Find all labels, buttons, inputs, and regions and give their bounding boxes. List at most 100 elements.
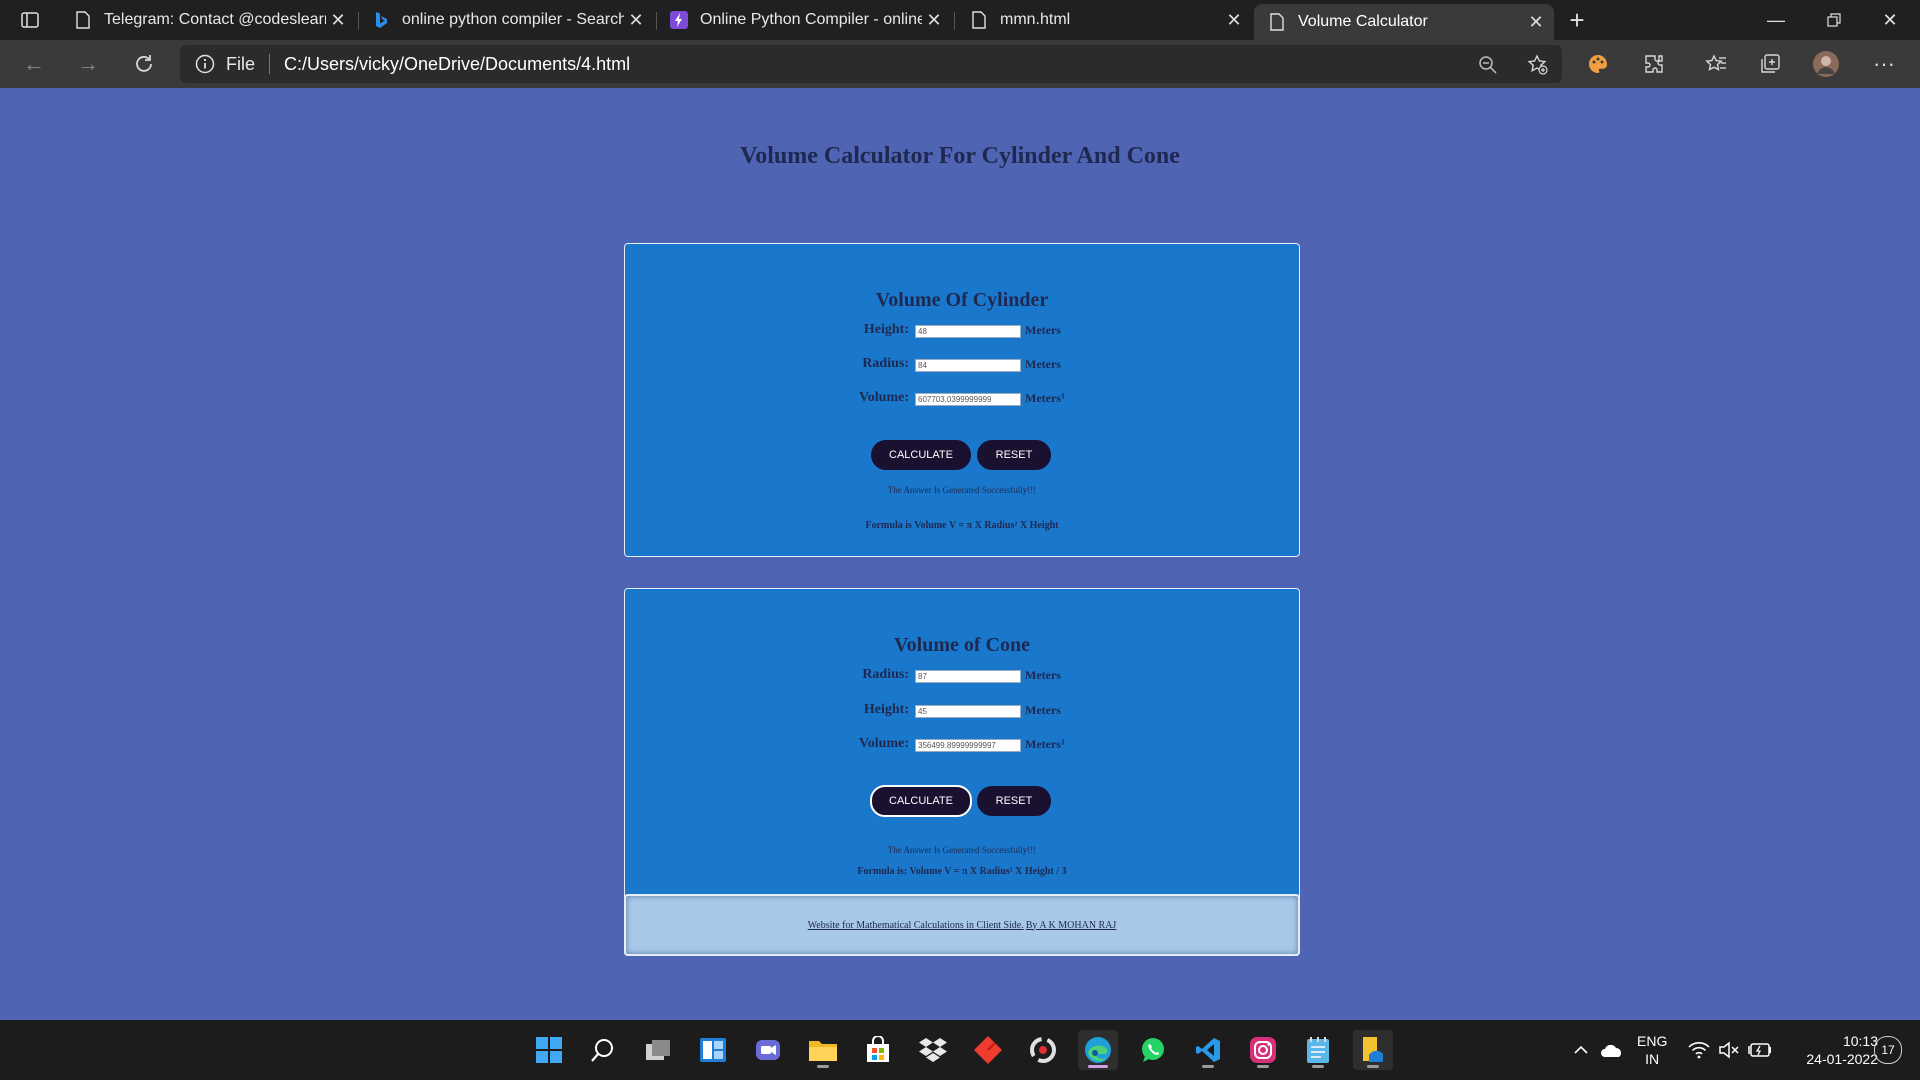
wifi-icon[interactable] xyxy=(1688,1020,1710,1080)
notification-badge[interactable]: 17 xyxy=(1874,1020,1902,1080)
field-label: Radius: xyxy=(862,667,909,682)
instagram-icon[interactable] xyxy=(1243,1030,1283,1070)
cylinder-height-row: Height: Meters xyxy=(625,322,1299,342)
forward-icon[interactable]: → xyxy=(72,48,104,80)
windows-start-icon[interactable] xyxy=(529,1030,569,1070)
more-menu-icon[interactable]: ··· xyxy=(1868,48,1900,80)
field-label: Volume: xyxy=(858,736,909,751)
close-icon[interactable]: ✕ xyxy=(624,8,648,32)
page-title: Volume Calculator For Cylinder And Cone xyxy=(740,143,1180,169)
windows-taskbar: ENG IN 10:13 24-01-2022 17 xyxy=(0,1020,1920,1080)
teams-chat-icon[interactable] xyxy=(748,1030,788,1070)
restore-icon[interactable] xyxy=(1806,0,1862,40)
tab-volume-calculator[interactable]: Volume Calculator ✕ xyxy=(1254,4,1554,40)
minimize-icon[interactable]: — xyxy=(1748,0,1804,40)
show-hidden-icons[interactable] xyxy=(1572,1020,1590,1080)
favorites-icon[interactable] xyxy=(1700,48,1732,80)
git-app-icon[interactable] xyxy=(968,1030,1008,1070)
tab-mmn-html[interactable]: mmn.html ✕ xyxy=(956,4,1252,36)
notepad-icon[interactable] xyxy=(1298,1030,1338,1070)
close-icon[interactable]: ✕ xyxy=(922,8,946,32)
url-text[interactable]: C:/Users/vicky/OneDrive/Documents/4.html xyxy=(284,54,630,75)
language-indicator[interactable]: ENG IN xyxy=(1637,1020,1667,1080)
close-icon[interactable]: ✕ xyxy=(1222,8,1246,32)
unit-label: Meters³ xyxy=(1025,391,1065,405)
cylinder-reset-button[interactable]: RESET xyxy=(977,440,1051,470)
field-label: Radius: xyxy=(862,356,909,371)
page-content: Volume Calculator For Cylinder And Cone … xyxy=(0,88,1920,1020)
volume-muted-icon[interactable] xyxy=(1718,1020,1740,1080)
file-manager-icon[interactable] xyxy=(1353,1030,1393,1070)
page-icon xyxy=(970,11,988,29)
file-explorer-icon[interactable] xyxy=(803,1030,843,1070)
tab-bing-search[interactable]: online python compiler - Search ✕ xyxy=(358,4,654,36)
lightning-icon xyxy=(670,11,688,29)
whatsapp-icon[interactable] xyxy=(1133,1030,1173,1070)
cylinder-height-input[interactable] xyxy=(915,325,1021,338)
tab-title: mmn.html xyxy=(1000,11,1071,28)
field-label: Height: xyxy=(863,322,909,337)
clock-time: 10:13 xyxy=(1842,1033,1878,1049)
cylinder-result-message: The Answer Is Generated Successfully!!! xyxy=(887,485,1037,495)
unit-label: Meters³ xyxy=(1025,737,1065,751)
browser-tab-strip: Telegram: Contact @codeslearni ✕ online … xyxy=(0,0,1920,40)
tab-actions-icon[interactable] xyxy=(14,8,46,32)
palette-extension-icon[interactable] xyxy=(1582,48,1614,80)
battery-icon[interactable] xyxy=(1748,1020,1772,1080)
cone-calculate-button[interactable]: CALCULATE xyxy=(870,785,972,817)
cone-height-row: Height: Meters xyxy=(625,702,1299,722)
microsoft-store-icon[interactable] xyxy=(858,1030,898,1070)
address-bar[interactable]: File C:/Users/vicky/OneDrive/Documents/4… xyxy=(180,45,1562,83)
onedrive-icon[interactable] xyxy=(1600,1020,1624,1080)
edge-browser-icon[interactable] xyxy=(1078,1030,1118,1070)
tab-online-python-compiler[interactable]: Online Python Compiler - online ✕ xyxy=(656,4,952,36)
unit-label: Meters xyxy=(1025,357,1061,371)
unit-label: Meters xyxy=(1025,703,1061,717)
close-icon[interactable]: ✕ xyxy=(1524,10,1548,34)
recorder-icon[interactable] xyxy=(1023,1030,1063,1070)
page-footer: Website for Mathematical Calculations in… xyxy=(624,894,1300,956)
task-view-icon[interactable] xyxy=(638,1030,678,1070)
cylinder-calculate-button[interactable]: CALCULATE xyxy=(871,440,971,470)
cone-volume-output[interactable] xyxy=(915,739,1021,752)
refresh-icon[interactable] xyxy=(128,48,160,80)
language-code: ENG xyxy=(1637,1033,1668,1049)
unit-label: Meters xyxy=(1025,323,1061,337)
browser-toolbar: ← → File C:/Users/vicky/OneDrive/Documen… xyxy=(0,40,1920,88)
cone-volume-row: Volume: Meters³ xyxy=(625,736,1299,756)
vscode-icon[interactable] xyxy=(1188,1030,1228,1070)
tab-telegram[interactable]: Telegram: Contact @codeslearni ✕ xyxy=(60,4,356,36)
tab-title: Volume Calculator xyxy=(1298,13,1428,30)
region-code: IN xyxy=(1645,1051,1660,1067)
cone-radius-input[interactable] xyxy=(915,670,1021,683)
info-icon[interactable] xyxy=(194,53,216,75)
add-favorite-icon[interactable] xyxy=(1522,49,1554,81)
unit-label: Meters xyxy=(1025,668,1061,682)
cone-height-input[interactable] xyxy=(915,705,1021,718)
cylinder-radius-row: Radius: Meters xyxy=(625,356,1299,376)
cone-reset-button[interactable]: RESET xyxy=(977,786,1051,816)
search-icon[interactable] xyxy=(583,1030,623,1070)
cylinder-radius-input[interactable] xyxy=(915,359,1021,372)
clock[interactable]: 10:13 24-01-2022 xyxy=(1788,1020,1878,1080)
new-tab-button[interactable]: + xyxy=(1562,5,1592,35)
widgets-icon[interactable] xyxy=(693,1030,733,1070)
collections-icon[interactable] xyxy=(1754,48,1786,80)
footer-site-link[interactable]: Website for Mathematical Calculations in… xyxy=(808,920,1024,931)
cylinder-formula: Formula is Volume V = π X Radius² X Heig… xyxy=(865,520,1059,531)
profile-avatar[interactable] xyxy=(1810,48,1842,80)
field-label: Volume: xyxy=(858,390,909,405)
extensions-icon[interactable] xyxy=(1638,48,1670,80)
close-window-icon[interactable]: ✕ xyxy=(1862,0,1918,40)
dropbox-icon[interactable] xyxy=(913,1030,953,1070)
cone-result-message: The Answer Is Generated Successfully!!! xyxy=(887,845,1037,855)
back-icon[interactable]: ← xyxy=(18,48,50,80)
cone-formula: Formula is: Volume V = π X Radius² X Hei… xyxy=(857,866,1067,877)
cylinder-volume-output[interactable] xyxy=(915,393,1021,406)
close-icon[interactable]: ✕ xyxy=(326,8,350,32)
notification-count: 17 xyxy=(1874,1036,1902,1064)
bing-icon xyxy=(372,11,390,29)
footer-author-link[interactable]: By A K MOHAN RAJ xyxy=(1026,920,1117,931)
cone-heading: Volume of Cone xyxy=(894,634,1030,656)
zoom-out-icon[interactable] xyxy=(1472,49,1504,81)
